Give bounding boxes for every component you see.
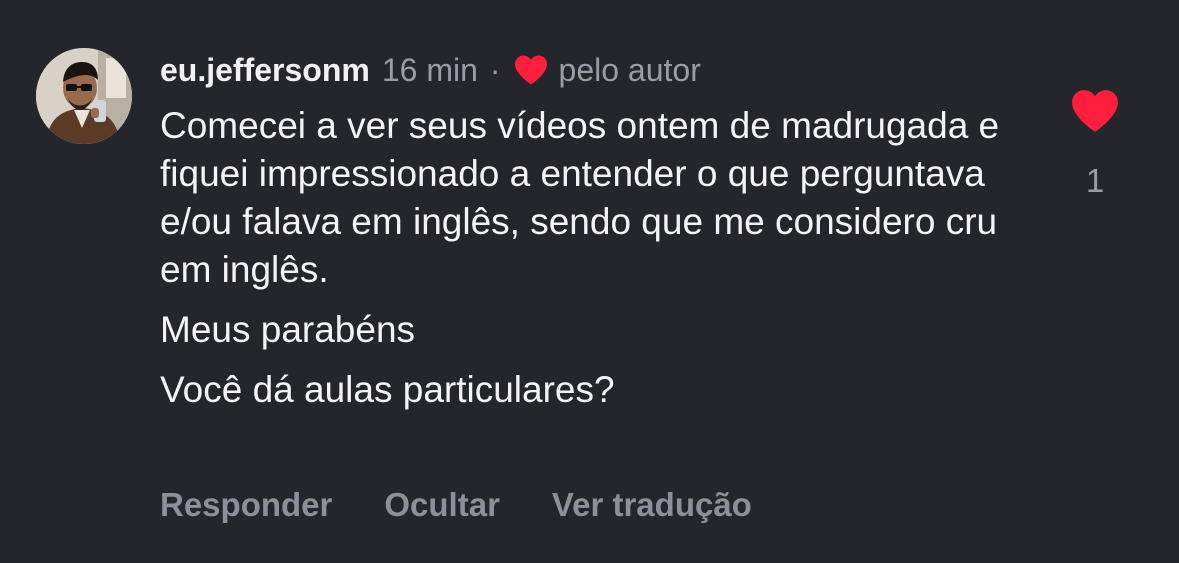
heart-icon <box>1072 90 1118 132</box>
comment-actions: Responder Ocultar Ver tradução <box>160 486 752 524</box>
liked-by-author-label: pelo autor <box>558 51 701 88</box>
avatar[interactable] <box>36 48 132 144</box>
heart-icon <box>513 54 549 86</box>
hide-button[interactable]: Ocultar <box>384 486 500 524</box>
comment-paragraph: Meus parabéns <box>160 309 416 350</box>
translate-button[interactable]: Ver tradução <box>552 486 752 524</box>
reply-button[interactable]: Responder <box>160 486 332 524</box>
comment-meta: eu.jeffersonm 16 min · pelo autor <box>160 50 1020 90</box>
comment-timestamp: 16 min <box>381 51 478 88</box>
like-count: 1 <box>1085 162 1105 199</box>
meta-separator: · <box>489 51 501 88</box>
comment-content: eu.jeffersonm 16 min · pelo autor Comece… <box>160 50 1020 414</box>
profile-photo-icon <box>36 48 132 144</box>
comment-paragraph: Comecei a ver seus vídeos ontem de madru… <box>160 105 1000 290</box>
comment-body: Comecei a ver seus vídeos ontem de madru… <box>160 102 1020 414</box>
comment-paragraph: Você dá aulas particulares? <box>160 369 615 410</box>
like-button[interactable] <box>1070 88 1120 134</box>
comment-item: eu.jeffersonm 16 min · pelo autor Comece… <box>0 0 1179 563</box>
username-link[interactable]: eu.jeffersonm <box>160 52 370 89</box>
